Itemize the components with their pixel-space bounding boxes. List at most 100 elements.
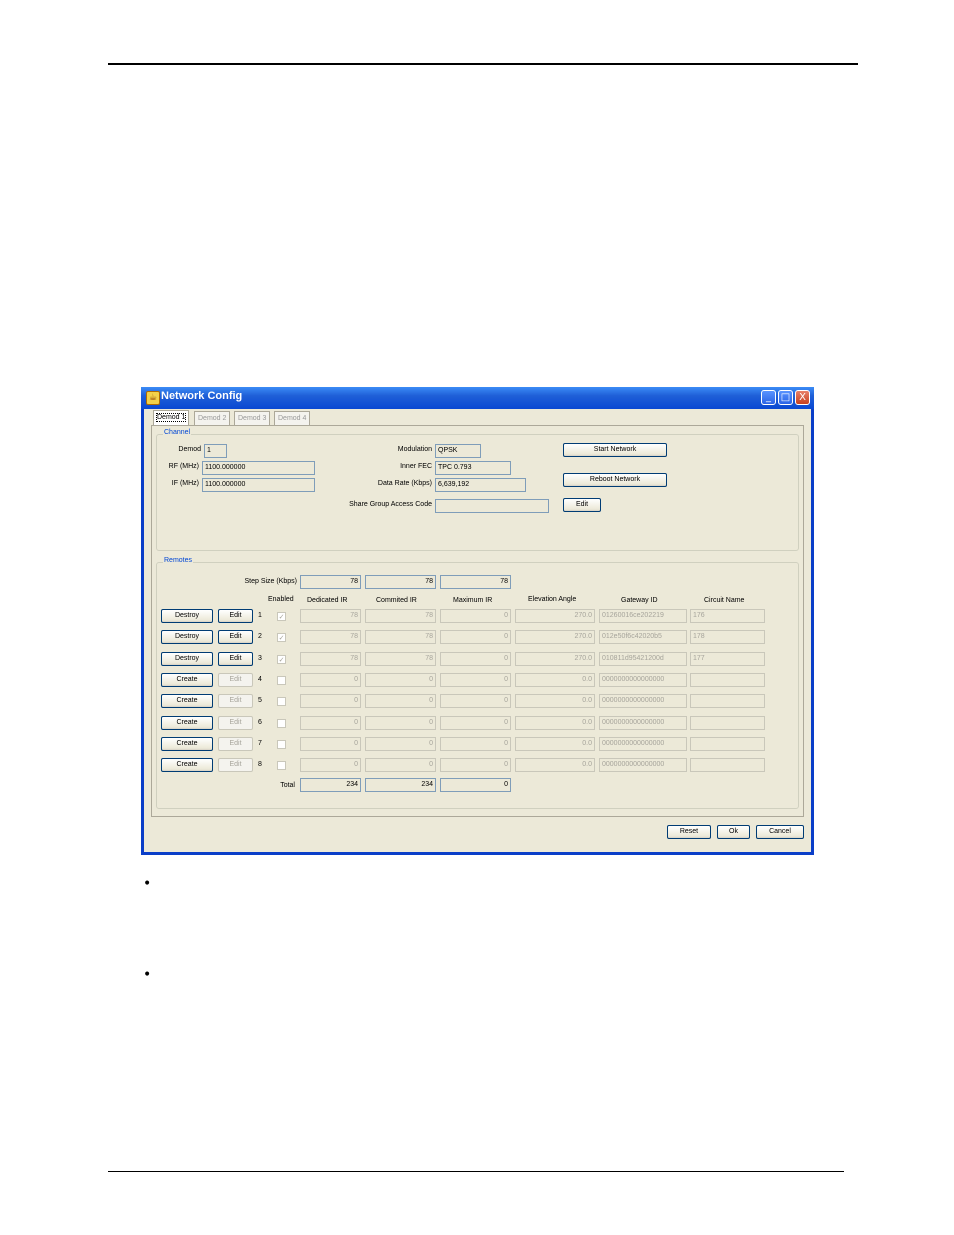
- remote-enabled-checkbox[interactable]: [277, 761, 286, 770]
- remote-maximum-ir[interactable]: 0: [440, 758, 511, 772]
- remote-gateway-id[interactable]: 0000000000000000: [599, 673, 687, 687]
- remote-gateway-id[interactable]: 0000000000000000: [599, 758, 687, 772]
- modulation-field[interactable]: QPSK: [435, 444, 481, 458]
- cancel-button[interactable]: Cancel: [756, 825, 804, 839]
- step-size-committed[interactable]: 78: [365, 575, 436, 589]
- remote-gateway-id[interactable]: 0000000000000000: [599, 737, 687, 751]
- ok-button[interactable]: Ok: [717, 825, 750, 839]
- maximize-button[interactable]: □: [778, 390, 793, 405]
- if-field[interactable]: 1100.000000: [202, 478, 315, 492]
- step-size-dedicated[interactable]: 78: [300, 575, 361, 589]
- remote-edit-button[interactable]: Edit: [218, 716, 253, 730]
- remote-enabled-checkbox[interactable]: ✓: [277, 612, 286, 621]
- remote-enabled-checkbox[interactable]: ✓: [277, 633, 286, 642]
- remote-circuit-name[interactable]: 176: [690, 609, 765, 623]
- remote-committed-ir[interactable]: 0: [365, 694, 436, 708]
- remote-enabled-checkbox[interactable]: [277, 697, 286, 706]
- share-group-field[interactable]: [435, 499, 549, 513]
- remote-dedicated-ir[interactable]: 0: [300, 758, 361, 772]
- remote-gateway-id[interactable]: 01260016ce202219: [599, 609, 687, 623]
- remote-gateway-id[interactable]: 0000000000000000: [599, 716, 687, 730]
- remote-enabled-checkbox[interactable]: ✓: [277, 655, 286, 664]
- data-rate-field[interactable]: 6,639,192: [435, 478, 526, 492]
- remote-maximum-ir[interactable]: 0: [440, 609, 511, 623]
- remote-elevation-angle[interactable]: 0.0: [515, 716, 595, 730]
- total-maximum[interactable]: 0: [440, 778, 511, 792]
- remote-circuit-name[interactable]: [690, 673, 765, 687]
- tab-demod-3[interactable]: Demod 3: [234, 411, 271, 425]
- remote-edit-button[interactable]: Edit: [218, 609, 253, 623]
- remote-edit-button[interactable]: Edit: [218, 630, 253, 644]
- remote-committed-ir[interactable]: 78: [365, 609, 436, 623]
- remote-dedicated-ir[interactable]: 0: [300, 694, 361, 708]
- remote-elevation-angle[interactable]: 0.0: [515, 758, 595, 772]
- remote-dedicated-ir[interactable]: 78: [300, 609, 361, 623]
- remote-elevation-angle[interactable]: 0.0: [515, 694, 595, 708]
- remote-enabled-checkbox[interactable]: [277, 719, 286, 728]
- remote-edit-button[interactable]: Edit: [218, 673, 253, 687]
- remote-circuit-name[interactable]: [690, 694, 765, 708]
- remote-gateway-id[interactable]: 010811d95421200d: [599, 652, 687, 666]
- remote-action-button[interactable]: Create: [161, 673, 213, 687]
- remote-elevation-angle[interactable]: 0.0: [515, 737, 595, 751]
- remote-committed-ir[interactable]: 0: [365, 737, 436, 751]
- remote-dedicated-ir[interactable]: 78: [300, 652, 361, 666]
- remote-committed-ir[interactable]: 0: [365, 758, 436, 772]
- start-network-button[interactable]: Start Network: [563, 443, 667, 457]
- remote-circuit-name[interactable]: [690, 716, 765, 730]
- remote-action-button[interactable]: Destroy: [161, 609, 213, 623]
- remote-elevation-angle[interactable]: 0.0: [515, 673, 595, 687]
- remote-dedicated-ir[interactable]: 0: [300, 673, 361, 687]
- reset-button[interactable]: Reset: [667, 825, 711, 839]
- remote-action-button[interactable]: Create: [161, 694, 213, 708]
- remote-committed-ir[interactable]: 78: [365, 630, 436, 644]
- minimize-button[interactable]: _: [761, 390, 776, 405]
- remote-action-button[interactable]: Destroy: [161, 652, 213, 666]
- tab-demod-2[interactable]: Demod 2: [194, 411, 231, 425]
- remote-circuit-name[interactable]: [690, 758, 765, 772]
- remote-circuit-name[interactable]: 178: [690, 630, 765, 644]
- step-size-maximum[interactable]: 78: [440, 575, 511, 589]
- remote-action-button[interactable]: Create: [161, 716, 213, 730]
- remote-index: 5: [258, 697, 262, 704]
- remote-circuit-name[interactable]: 177: [690, 652, 765, 666]
- remote-action-button[interactable]: Destroy: [161, 630, 213, 644]
- remote-edit-button[interactable]: Edit: [218, 737, 253, 751]
- remote-committed-ir[interactable]: 0: [365, 716, 436, 730]
- inner-fec-field[interactable]: TPC 0.793: [435, 461, 511, 475]
- demod-field[interactable]: 1: [204, 444, 227, 458]
- remote-dedicated-ir[interactable]: 0: [300, 737, 361, 751]
- remote-maximum-ir[interactable]: 0: [440, 630, 511, 644]
- remote-maximum-ir[interactable]: 0: [440, 716, 511, 730]
- remote-committed-ir[interactable]: 78: [365, 652, 436, 666]
- total-committed[interactable]: 234: [365, 778, 436, 792]
- remote-committed-ir[interactable]: 0: [365, 673, 436, 687]
- remote-gateway-id[interactable]: 012e50f6c42020b5: [599, 630, 687, 644]
- rf-field[interactable]: 1100.000000: [202, 461, 315, 475]
- tab-demod-4[interactable]: Demod 4: [274, 411, 311, 425]
- remote-maximum-ir[interactable]: 0: [440, 652, 511, 666]
- remote-circuit-name[interactable]: [690, 737, 765, 751]
- remote-enabled-checkbox[interactable]: [277, 676, 286, 685]
- remote-dedicated-ir[interactable]: 0: [300, 716, 361, 730]
- share-group-edit-button[interactable]: Edit: [563, 498, 601, 512]
- tab-demod-1[interactable]: Demod 1: [153, 410, 190, 425]
- remote-dedicated-ir[interactable]: 78: [300, 630, 361, 644]
- remote-maximum-ir[interactable]: 0: [440, 737, 511, 751]
- total-dedicated[interactable]: 234: [300, 778, 361, 792]
- remote-gateway-id[interactable]: 0000000000000000: [599, 694, 687, 708]
- remote-action-button[interactable]: Create: [161, 737, 213, 751]
- remote-elevation-angle[interactable]: 270.0: [515, 609, 595, 623]
- remote-edit-button[interactable]: Edit: [218, 694, 253, 708]
- remote-enabled-checkbox[interactable]: [277, 740, 286, 749]
- close-button[interactable]: X: [795, 390, 810, 405]
- remote-edit-button[interactable]: Edit: [218, 652, 253, 666]
- remote-elevation-angle[interactable]: 270.0: [515, 652, 595, 666]
- remote-maximum-ir[interactable]: 0: [440, 673, 511, 687]
- reboot-network-button[interactable]: Reboot Network: [563, 473, 667, 487]
- remote-elevation-angle[interactable]: 270.0: [515, 630, 595, 644]
- remote-maximum-ir[interactable]: 0: [440, 694, 511, 708]
- window-titlebar[interactable]: ☕ Network Config _ □ X: [141, 387, 814, 409]
- remote-action-button[interactable]: Create: [161, 758, 213, 772]
- remote-edit-button[interactable]: Edit: [218, 758, 253, 772]
